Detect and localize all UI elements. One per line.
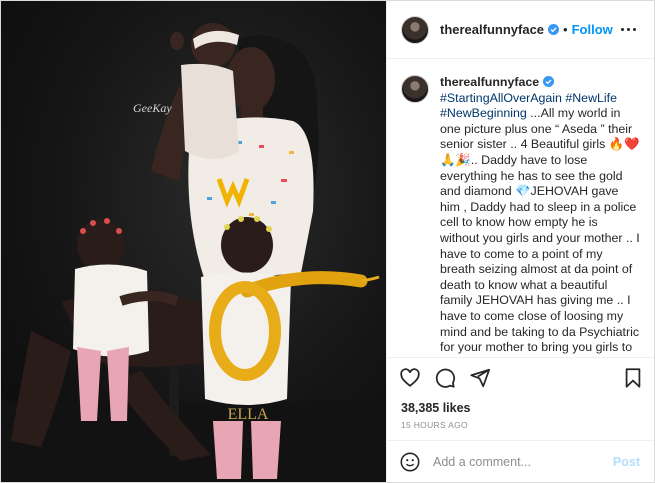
caption-text: ...All my world in one picture plus one … [440, 106, 640, 357]
verified-badge-icon [543, 76, 555, 87]
header-username[interactable]: therealfunnyface [440, 22, 544, 37]
post-header: therealfunnyface • Follow [387, 1, 654, 59]
photo-illustration: ELLA GeeKay [1, 23, 386, 482]
shirt-print-text: ELLA [228, 406, 269, 423]
share-icon[interactable] [469, 367, 491, 389]
photographer-watermark: GeeKay [133, 101, 172, 115]
emoji-icon[interactable] [399, 451, 421, 473]
caption-body: therealfunnyface #StartingAllOverAgain #… [440, 75, 640, 357]
more-options-icon[interactable] [617, 24, 640, 35]
caption-username[interactable]: therealfunnyface [440, 75, 539, 89]
likes-count[interactable]: 38,385 likes [387, 398, 654, 418]
avatar[interactable] [401, 15, 429, 44]
comment-bar: Post [387, 440, 654, 482]
follow-button[interactable]: Follow [572, 22, 613, 37]
caption-area: therealfunnyface #StartingAllOverAgain #… [387, 59, 654, 358]
action-bar [387, 358, 654, 398]
bookmark-icon[interactable] [622, 367, 644, 389]
post-photo[interactable]: ELLA GeeKay [1, 1, 386, 482]
post-side-panel: therealfunnyface • Follow therealfunnyfa… [386, 1, 654, 482]
post-timestamp[interactable]: 15 HOURS AGO [387, 418, 654, 440]
caption-avatar[interactable] [401, 75, 429, 103]
post-comment-button[interactable]: Post [613, 455, 640, 469]
heart-icon[interactable] [399, 367, 421, 389]
comment-icon[interactable] [434, 367, 456, 389]
separator-dot: • [563, 22, 568, 37]
comment-input[interactable] [433, 454, 613, 469]
caption: therealfunnyface #StartingAllOverAgain #… [401, 75, 640, 357]
verified-badge-icon [548, 24, 560, 35]
instagram-post: ELLA GeeKay therealfunnyface • Follow th… [0, 0, 655, 483]
